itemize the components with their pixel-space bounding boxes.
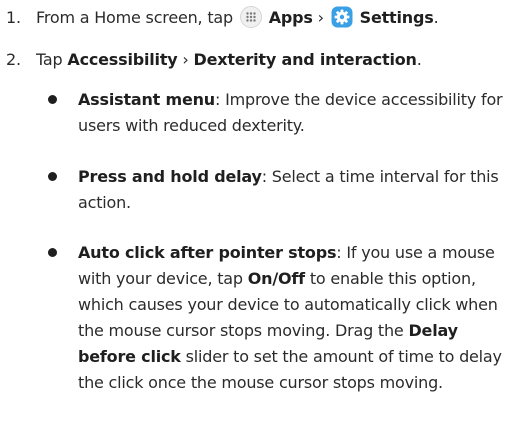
bullet-assistant-menu: Assistant menu: Improve the device acces…: [48, 87, 518, 139]
accessibility-label: Accessibility: [67, 50, 178, 69]
bullet-title: Press and hold delay: [78, 167, 262, 186]
bullet-dot: [48, 248, 57, 257]
step-end: .: [433, 8, 439, 27]
step-text: Tap: [36, 50, 63, 69]
step-number: 1.: [6, 8, 21, 27]
bullet-text: Press and hold delay: Select a time inte…: [78, 164, 518, 216]
step-end: .: [416, 50, 422, 69]
step-1: 1. From a Home screen, tap Apps › Settin…: [6, 6, 522, 30]
settings-gear-icon: [331, 6, 353, 28]
apps-label: Apps: [268, 8, 313, 27]
bullet-title: Assistant menu: [78, 90, 215, 109]
dexterity-interaction-label: Dexterity and interaction: [193, 50, 417, 69]
apps-grid-icon: [239, 6, 262, 28]
step-number: 2.: [6, 50, 21, 69]
bullet-text: Auto click after pointer stops: If you u…: [78, 240, 518, 396]
separator-chevron: ›: [317, 8, 324, 27]
bullet-dot: [48, 172, 57, 181]
onoff-label: On/Off: [247, 269, 305, 288]
step-text: From a Home screen, tap: [36, 8, 233, 27]
bullet-dot: [48, 95, 57, 104]
bullet-title: Auto click after pointer stops: [78, 243, 337, 262]
bullet-auto-click: Auto click after pointer stops: If you u…: [48, 240, 518, 396]
bullet-text: Assistant menu: Improve the device acces…: [78, 87, 518, 139]
bullet-press-hold-delay: Press and hold delay: Select a time inte…: [48, 164, 518, 216]
settings-label: Settings: [359, 8, 434, 27]
separator-chevron: ›: [182, 50, 189, 69]
step-2: 2. Tap Accessibility › Dexterity and inte…: [6, 48, 522, 72]
instruction-document: 1. From a Home screen, tap Apps › Settin…: [0, 0, 528, 439]
